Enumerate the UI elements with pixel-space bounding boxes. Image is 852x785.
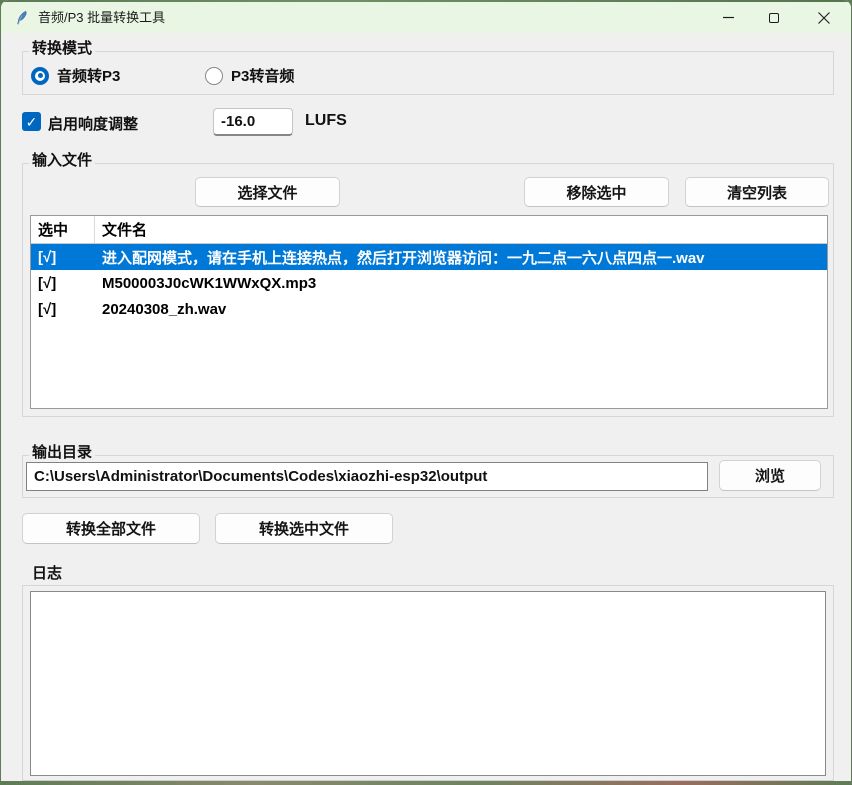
row-filename-cell: M500003J0cWK1WWxQX.mp3 [95,275,827,292]
input-files-group: 输入文件 选择文件 移除选中 清空列表 选中 文件名 [√] 进入配网模式，请在… [22,163,834,417]
radio-audio-to-p3-label: 音频转P3 [57,65,120,86]
maximize-button[interactable] [751,2,797,33]
column-header-filename[interactable]: 文件名 [95,216,827,243]
row-filename-cell: 20240308_zh.wav [95,301,827,318]
close-icon [818,12,830,24]
column-header-checked[interactable]: 选中 [31,216,95,243]
radio-p3-to-audio-label: P3转音频 [231,65,294,86]
table-row[interactable]: [√] 20240308_zh.wav [31,296,827,322]
log-group-label: 日志 [29,565,65,582]
log-textarea[interactable] [30,591,826,776]
log-group: 日志 [22,585,834,781]
maximize-icon [769,13,779,23]
output-path-input[interactable] [26,462,708,491]
file-list-table: 选中 文件名 [√] 进入配网模式，请在手机上连接热点，然后打开浏览器访问：一九… [30,215,828,409]
close-button[interactable] [797,2,851,33]
input-files-group-label: 输入文件 [29,152,95,169]
minimize-button[interactable] [705,2,751,33]
convert-selected-button[interactable]: 转换选中文件 [215,513,393,544]
app-window: 音频/P3 批量转换工具 转换模式 音频转P3 P3转音频 启用响度调整 LUF… [1,0,851,781]
table-row[interactable]: [√] 进入配网模式，请在手机上连接热点，然后打开浏览器访问：一九二点一六八点四… [31,244,827,270]
conversion-mode-group-label: 转换模式 [29,40,95,57]
conversion-mode-group: 转换模式 音频转P3 P3转音频 [22,51,834,95]
loudness-value-input[interactable] [213,108,293,136]
browse-button[interactable]: 浏览 [719,460,821,491]
select-files-button[interactable]: 选择文件 [195,177,340,207]
output-directory-group-label: 输出目录 [29,444,95,461]
loudness-checkbox[interactable] [22,112,41,131]
output-directory-group: 输出目录 浏览 [22,455,834,498]
python-app-icon [14,10,30,26]
window-title: 音频/P3 批量转换工具 [38,7,165,26]
file-list-header: 选中 文件名 [31,216,827,244]
radio-unselected-icon [205,67,223,85]
window-controls [705,2,851,33]
row-checked-cell: [√] [31,275,95,292]
row-checked-cell: [√] [31,249,95,266]
table-row[interactable]: [√] M500003J0cWK1WWxQX.mp3 [31,270,827,296]
row-checked-cell: [√] [31,301,95,318]
convert-all-button[interactable]: 转换全部文件 [22,513,200,544]
lufs-unit-label: LUFS [305,112,347,130]
row-filename-cell: 进入配网模式，请在手机上连接热点，然后打开浏览器访问：一九二点一六八点四点一.w… [95,247,827,268]
titlebar: 音频/P3 批量转换工具 [1,0,851,33]
radio-audio-to-p3[interactable]: 音频转P3 [31,65,120,86]
remove-selected-button[interactable]: 移除选中 [524,177,669,207]
radio-p3-to-audio[interactable]: P3转音频 [205,65,294,86]
clear-list-button[interactable]: 清空列表 [685,177,829,207]
minimize-icon [723,12,734,23]
radio-selected-icon [31,67,49,85]
loudness-checkbox-label: 启用响度调整 [48,113,138,134]
